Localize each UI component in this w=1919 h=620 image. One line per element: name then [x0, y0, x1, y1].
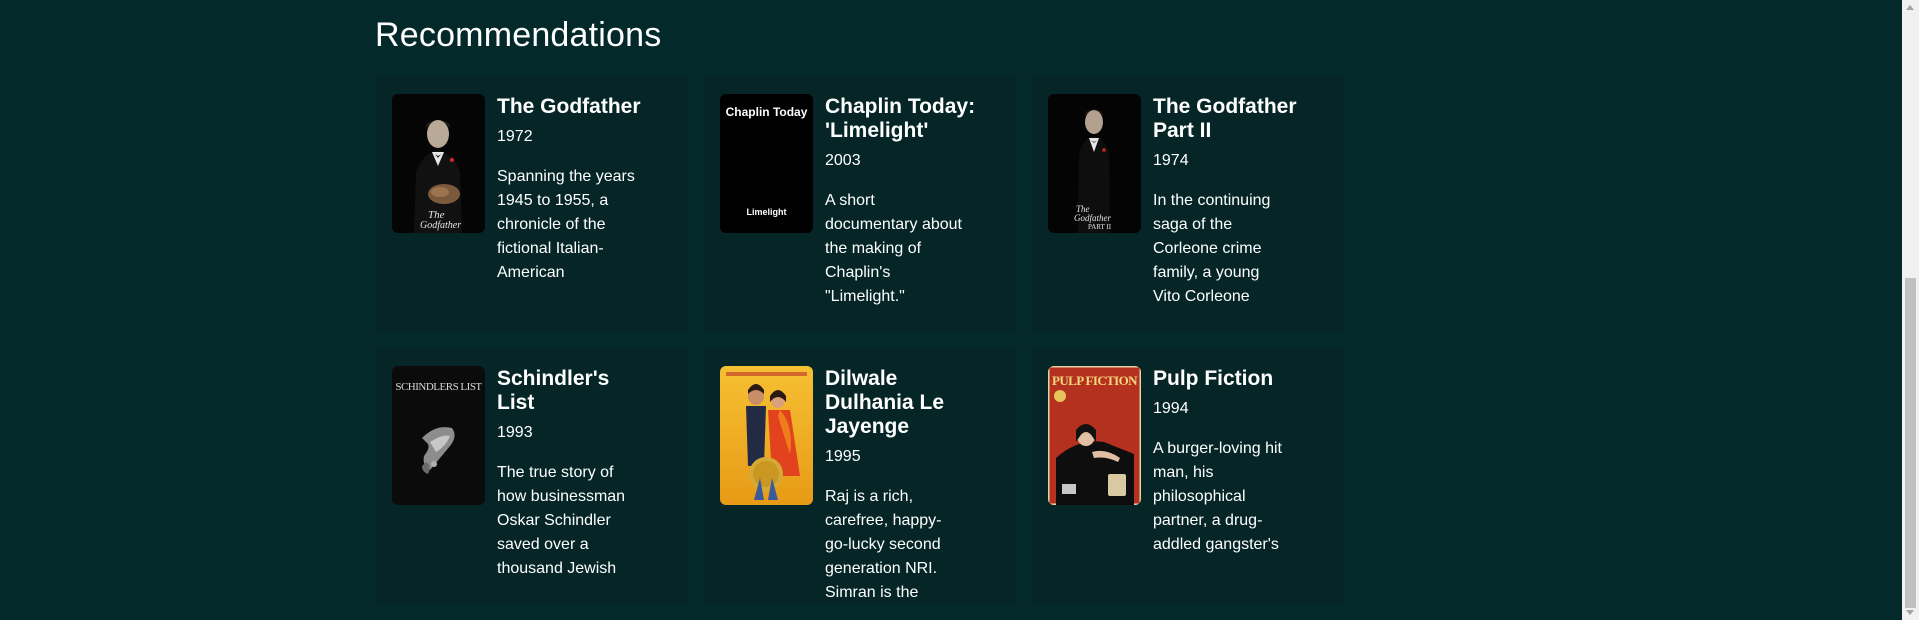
movie-card[interactable]: Dilwale Dulhania Le Jayenge 1995 Raj is …: [703, 348, 1016, 605]
movie-card[interactable]: Chaplin Today Limelight Chaplin Today: '…: [703, 76, 1016, 333]
movie-title[interactable]: Schindler's List: [497, 367, 652, 415]
svg-text:Godfather: Godfather: [1074, 213, 1111, 223]
movie-overview: In the continuing saga of the Corleone c…: [1153, 192, 1271, 305]
svg-text:PULP FICTION: PULP FICTION: [1052, 373, 1138, 388]
movie-title[interactable]: Chaplin Today: 'Limelight': [825, 95, 980, 143]
section-title: Recommendations: [375, 16, 662, 54]
poster-subtitle-text: Limelight: [747, 207, 787, 217]
movie-year: 2003: [825, 152, 861, 169]
scroll-up-arrow-icon[interactable]: [1906, 5, 1914, 10]
pulp-fiction-poster-image: PULP FICTION: [1048, 366, 1141, 505]
godfather-2-poster-image: The Godfather PART II: [1048, 94, 1141, 233]
movie-overview: Raj is a rich, carefree, happy-go-lucky …: [825, 488, 942, 601]
movie-title[interactable]: The Godfather: [497, 95, 652, 119]
movie-poster[interactable]: Chaplin Today Limelight: [720, 94, 813, 233]
movie-info: Pulp Fiction 1994 A burger-loving hit ma…: [1153, 366, 1308, 587]
ddlj-poster-image: [720, 366, 813, 505]
vertical-scrollbar[interactable]: [1902, 0, 1919, 620]
scrollbar-thumb[interactable]: [1905, 278, 1916, 608]
movie-info: Dilwale Dulhania Le Jayenge 1995 Raj is …: [825, 366, 980, 601]
movie-poster[interactable]: [720, 366, 813, 505]
godfather-poster-image: The Godfather: [392, 94, 485, 233]
movie-title[interactable]: Pulp Fiction: [1153, 367, 1308, 391]
movie-poster[interactable]: The Godfather: [392, 94, 485, 233]
svg-text:SCHINDLERS LIST: SCHINDLERS LIST: [395, 381, 482, 393]
recommendations-grid: The Godfather The Godfather 1972 Spannin…: [375, 76, 1344, 605]
movie-year: 1993: [497, 424, 533, 441]
movie-card[interactable]: SCHINDLERS LIST Schindler's List 1993 Th…: [375, 348, 688, 605]
movie-overview: Spanning the years 1945 to 1955, a chron…: [497, 168, 635, 281]
movie-info: The Godfather 1972 Spanning the years 19…: [497, 94, 652, 315]
movie-year: 1974: [1153, 152, 1189, 169]
movie-card[interactable]: The Godfather The Godfather 1972 Spannin…: [375, 76, 688, 333]
movie-year: 1995: [825, 448, 861, 465]
movie-overview: The true story of how businessman Oskar …: [497, 464, 626, 577]
movie-year: 1972: [497, 128, 533, 145]
poster-title-text: Chaplin Today: [726, 105, 808, 119]
movie-title[interactable]: Dilwale Dulhania Le Jayenge: [825, 367, 980, 439]
movie-overview: A short documentary about the making of …: [825, 192, 962, 305]
movie-poster[interactable]: The Godfather PART II: [1048, 94, 1141, 233]
scroll-down-arrow-icon[interactable]: [1906, 610, 1914, 615]
schindlers-list-poster-image: SCHINDLERS LIST: [392, 366, 485, 505]
recommendations-page: Recommendations The Godfather The Godfat…: [0, 0, 1919, 620]
movie-title[interactable]: The Godfather Part II: [1153, 95, 1308, 143]
movie-info: Schindler's List 1993 The true story of …: [497, 366, 652, 587]
svg-text:PART II: PART II: [1088, 223, 1112, 231]
movie-info: Chaplin Today: 'Limelight' 2003 A short …: [825, 94, 980, 315]
chaplin-poster-image: Chaplin Today Limelight: [720, 94, 813, 233]
movie-year: 1994: [1153, 400, 1189, 417]
movie-poster[interactable]: PULP FICTION: [1048, 366, 1141, 505]
movie-poster[interactable]: SCHINDLERS LIST: [392, 366, 485, 505]
movie-info: The Godfather Part II 1974 In the contin…: [1153, 94, 1308, 315]
movie-card[interactable]: The Godfather PART II The Godfather Part…: [1031, 76, 1344, 333]
movie-card[interactable]: PULP FICTION Pulp Fiction 1994 A burger-…: [1031, 348, 1344, 605]
movie-overview: A burger-loving hit man, his philosophic…: [1153, 440, 1282, 553]
svg-text:Godfather: Godfather: [420, 220, 461, 231]
